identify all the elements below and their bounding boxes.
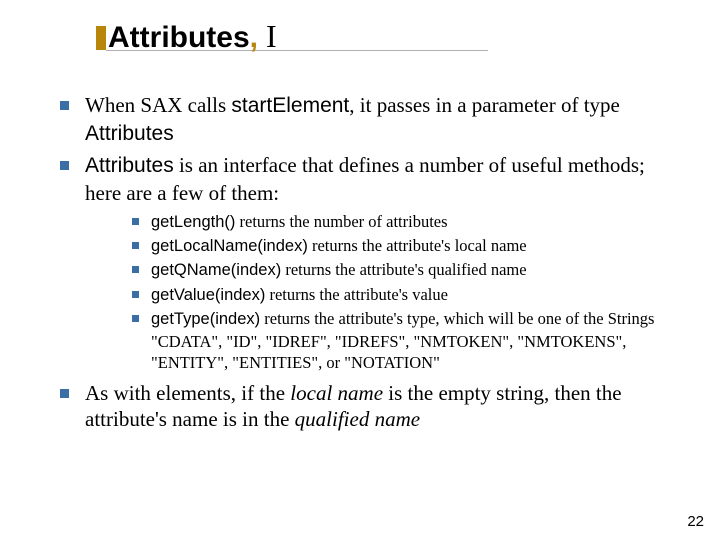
code-fragment: Attributes bbox=[85, 122, 174, 145]
bullet-square-icon bbox=[60, 161, 69, 170]
text-fragment: returns the attribute's local name bbox=[308, 236, 527, 255]
bullet-level1: When SAX calls startElement, it passes i… bbox=[60, 92, 680, 148]
text-fragment: , it passes in a parameter of type bbox=[349, 93, 620, 117]
code-fragment: Attributes bbox=[85, 154, 174, 177]
slide-title: Attributes, I bbox=[108, 18, 277, 55]
title-main: Attributes bbox=[108, 21, 250, 54]
bullet-square-icon bbox=[132, 315, 139, 322]
text-fragment: As with elements, if the bbox=[85, 381, 290, 405]
bullet-level2: getValue(index) returns the attribute's … bbox=[132, 284, 680, 306]
bullet-text: As with elements, if the local name is t… bbox=[85, 380, 680, 434]
text-fragment: returns the number of attributes bbox=[235, 212, 447, 231]
bullet-level2: getType(index) returns the attribute's t… bbox=[132, 308, 680, 373]
text-fragment: When SAX calls bbox=[85, 93, 231, 117]
title-suffix: I bbox=[258, 18, 277, 54]
page-number: 22 bbox=[687, 513, 704, 530]
code-fragment: getLocalName(index) bbox=[151, 237, 308, 255]
code-fragment: getType(index) bbox=[151, 310, 260, 328]
bullet-square-icon bbox=[132, 291, 139, 298]
bullet-text: getQName(index) returns the attribute's … bbox=[151, 259, 527, 281]
bullet-text: Attributes is an interface that defines … bbox=[85, 152, 680, 207]
emphasis: local name bbox=[290, 381, 383, 405]
code-fragment: getLength() bbox=[151, 213, 235, 231]
bullet-text: getLocalName(index) returns the attribut… bbox=[151, 235, 527, 257]
title-comma: , bbox=[250, 21, 258, 54]
slide-title-block: Attributes, I bbox=[108, 18, 277, 55]
slide-content: When SAX calls startElement, it passes i… bbox=[60, 92, 680, 437]
code-fragment: getQName(index) bbox=[151, 261, 281, 279]
title-accent-bar bbox=[96, 26, 106, 50]
text-fragment: returns the attribute's value bbox=[265, 285, 448, 304]
bullet-square-icon bbox=[60, 389, 69, 398]
bullet-text: When SAX calls startElement, it passes i… bbox=[85, 92, 680, 148]
code-fragment: startElement bbox=[231, 94, 349, 117]
bullet-level1: As with elements, if the local name is t… bbox=[60, 380, 680, 434]
bullet-text: getValue(index) returns the attribute's … bbox=[151, 284, 448, 306]
bullet-text: getLength() returns the number of attrib… bbox=[151, 211, 448, 233]
bullet-text: getType(index) returns the attribute's t… bbox=[151, 308, 680, 373]
bullet-square-icon bbox=[132, 266, 139, 273]
bullet-level2: getLocalName(index) returns the attribut… bbox=[132, 235, 680, 257]
bullet-level2: getQName(index) returns the attribute's … bbox=[132, 259, 680, 281]
bullet-square-icon bbox=[132, 218, 139, 225]
sublist: getLength() returns the number of attrib… bbox=[132, 211, 680, 374]
code-fragment: getValue(index) bbox=[151, 286, 265, 304]
emphasis: qualified name bbox=[295, 407, 420, 431]
bullet-level1: Attributes is an interface that defines … bbox=[60, 152, 680, 207]
bullet-level2: getLength() returns the number of attrib… bbox=[132, 211, 680, 233]
bullet-square-icon bbox=[60, 101, 69, 110]
text-fragment: returns the attribute's qualified name bbox=[281, 260, 526, 279]
bullet-square-icon bbox=[132, 242, 139, 249]
